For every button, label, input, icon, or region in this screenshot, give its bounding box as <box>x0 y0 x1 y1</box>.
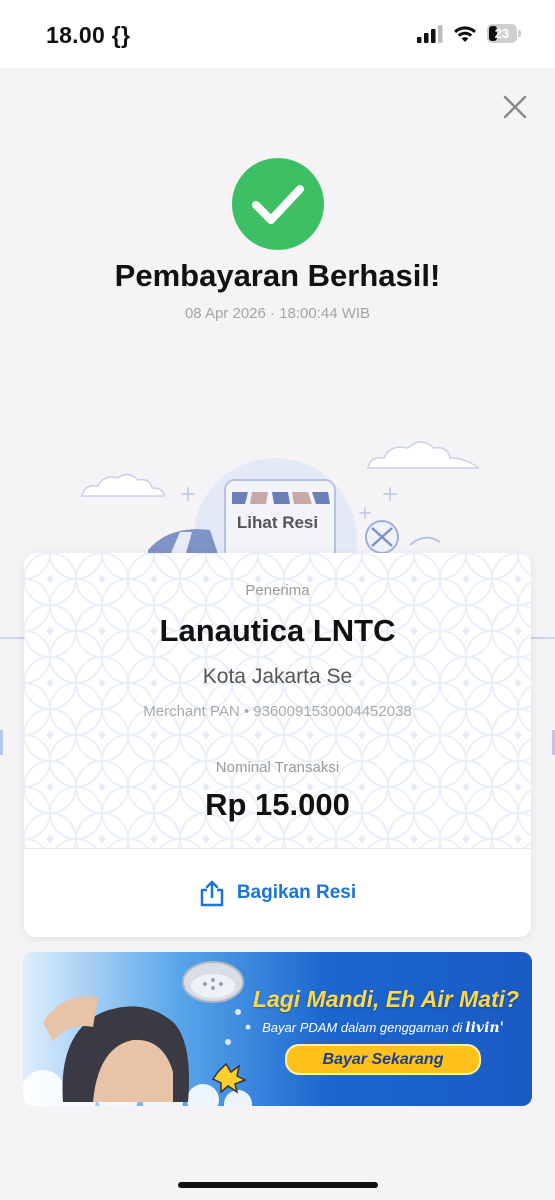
status-icons: 23 <box>417 24 521 43</box>
transaction-amount: Rp 15.000 <box>205 787 350 822</box>
share-icon <box>200 880 224 907</box>
recipient-name: Lanautica LNTC <box>159 613 396 648</box>
share-receipt-label: Bagikan Resi <box>236 882 357 903</box>
home-indicator[interactable] <box>178 1182 378 1188</box>
status-bar: 18.00 {} 23 <box>0 0 555 68</box>
livin-logo: livin' <box>465 1020 504 1036</box>
divider-right <box>531 637 555 639</box>
page-edge-left <box>0 730 3 755</box>
share-receipt-button[interactable]: Bagikan Resi <box>24 849 531 937</box>
banner-illustration <box>23 961 252 1106</box>
recipient-city: Kota Jakarta Se <box>202 665 353 688</box>
wifi-icon <box>454 25 476 42</box>
battery-icon: 23 <box>487 24 517 43</box>
banner-subtitle: Bayar PDAM dalam genggaman di livin' <box>262 1020 504 1036</box>
receipt-card: Penerima Lanautica LNTC Kota Jakarta Se … <box>24 553 531 937</box>
status-time: 18.00 {} <box>46 22 131 48</box>
signal-icon <box>417 24 443 43</box>
transaction-datetime: 08 Apr 2026 · 18:00:44 WIB <box>184 305 371 322</box>
pay-now-button[interactable]: Bayar Sekarang <box>285 1044 481 1075</box>
storefront-illustration <box>81 441 481 560</box>
success-title: Pembayaran Berhasil! <box>114 258 441 293</box>
view-receipt-link[interactable]: Lihat Resi <box>0 513 555 533</box>
amount-label: Nominal Transaksi <box>215 759 340 776</box>
merchant-pan: Merchant PAN • 9360091530004452038 <box>143 703 412 720</box>
banner-title: Lagi Mandi, Eh Air Mati? <box>252 986 520 1012</box>
promo-banner[interactable]: Lagi Mandi, Eh Air Mati? Bayar PDAM dala… <box>23 952 532 1106</box>
check-icon <box>232 158 324 250</box>
recipient-label: Penerima <box>245 582 310 599</box>
divider-left <box>0 637 24 639</box>
close-icon[interactable] <box>500 92 530 122</box>
